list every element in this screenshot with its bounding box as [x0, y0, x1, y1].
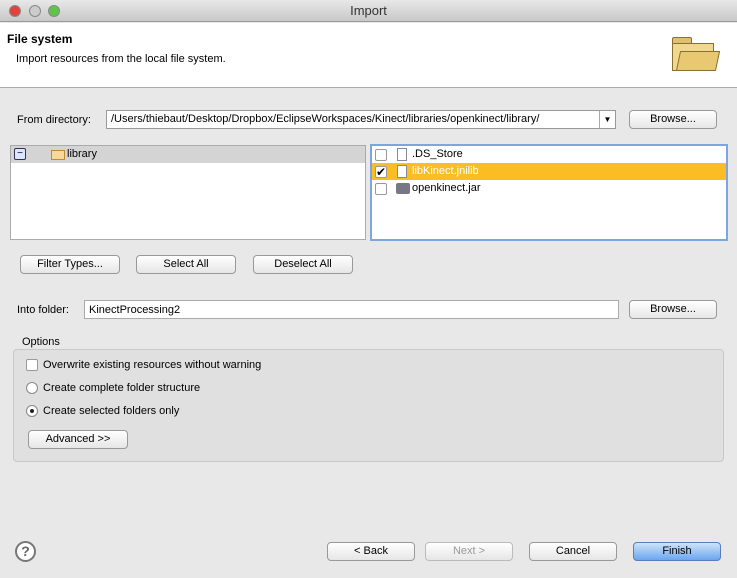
cancel-button[interactable]: Cancel — [529, 542, 617, 561]
chevron-down-icon[interactable]: ▼ — [599, 111, 615, 128]
from-directory-combo[interactable]: /Users/thiebaut/Desktop/Dropbox/EclipseW… — [106, 110, 616, 129]
wizard-header: File system Import resources from the lo… — [0, 23, 737, 88]
zoom-button[interactable] — [48, 5, 60, 17]
complete-structure-radio[interactable] — [26, 382, 38, 394]
title-bar: Import — [0, 0, 737, 22]
jar-icon — [396, 183, 410, 194]
next-button[interactable]: Next > — [425, 542, 513, 561]
tree-item-library[interactable]: − library — [11, 146, 365, 163]
filter-types-button[interactable]: Filter Types... — [20, 255, 120, 274]
page-title: File system — [7, 32, 73, 46]
options-label: Options — [22, 336, 60, 348]
file-label: openkinect.jar — [412, 182, 481, 194]
file-label: .DS_Store — [412, 148, 463, 160]
selected-folders-radio[interactable] — [26, 405, 38, 417]
deselect-all-button[interactable]: Deselect All — [253, 255, 353, 274]
overwrite-checkbox[interactable] — [26, 359, 38, 371]
file-icon — [397, 148, 407, 161]
from-directory-value: /Users/thiebaut/Desktop/Dropbox/EclipseW… — [111, 113, 540, 125]
browse-folder-button[interactable]: Browse... — [629, 300, 717, 319]
file-list[interactable]: .DS_Store ✔ libKinect.jnilib openkinect.… — [370, 144, 728, 241]
finish-button[interactable]: Finish — [633, 542, 721, 561]
list-item[interactable]: openkinect.jar — [372, 180, 726, 197]
close-button[interactable] — [9, 5, 21, 17]
file-icon — [397, 165, 407, 178]
help-icon[interactable]: ? — [15, 541, 36, 562]
folder-tree[interactable]: − library — [10, 145, 366, 240]
checkbox[interactable] — [375, 149, 387, 161]
checkbox[interactable] — [375, 183, 387, 195]
window-title: Import — [350, 3, 387, 18]
into-folder-label: Into folder: — [17, 304, 69, 316]
tree-item-label: library — [67, 148, 97, 160]
list-item[interactable]: ✔ libKinect.jnilib — [372, 163, 726, 180]
select-all-button[interactable]: Select All — [136, 255, 236, 274]
from-directory-label: From directory: — [17, 114, 91, 126]
selected-folders-label: Create selected folders only — [43, 405, 180, 417]
browse-directory-button[interactable]: Browse... — [629, 110, 717, 129]
into-folder-input[interactable]: KinectProcessing2 — [84, 300, 619, 319]
file-label: libKinect.jnilib — [412, 165, 479, 177]
folder-icon — [51, 150, 65, 160]
collapse-icon[interactable]: − — [14, 148, 26, 160]
folder-icon — [670, 35, 721, 75]
overwrite-label: Overwrite existing resources without war… — [43, 359, 262, 371]
back-button[interactable]: < Back — [327, 542, 415, 561]
advanced-button[interactable]: Advanced >> — [28, 430, 128, 449]
minimize-button[interactable] — [29, 5, 41, 17]
complete-structure-label: Create complete folder structure — [43, 382, 201, 394]
page-description: Import resources from the local file sys… — [16, 53, 226, 65]
checkbox-checked[interactable]: ✔ — [375, 166, 387, 178]
options-group: Overwrite existing resources without war… — [13, 349, 724, 462]
list-item[interactable]: .DS_Store — [372, 146, 726, 163]
